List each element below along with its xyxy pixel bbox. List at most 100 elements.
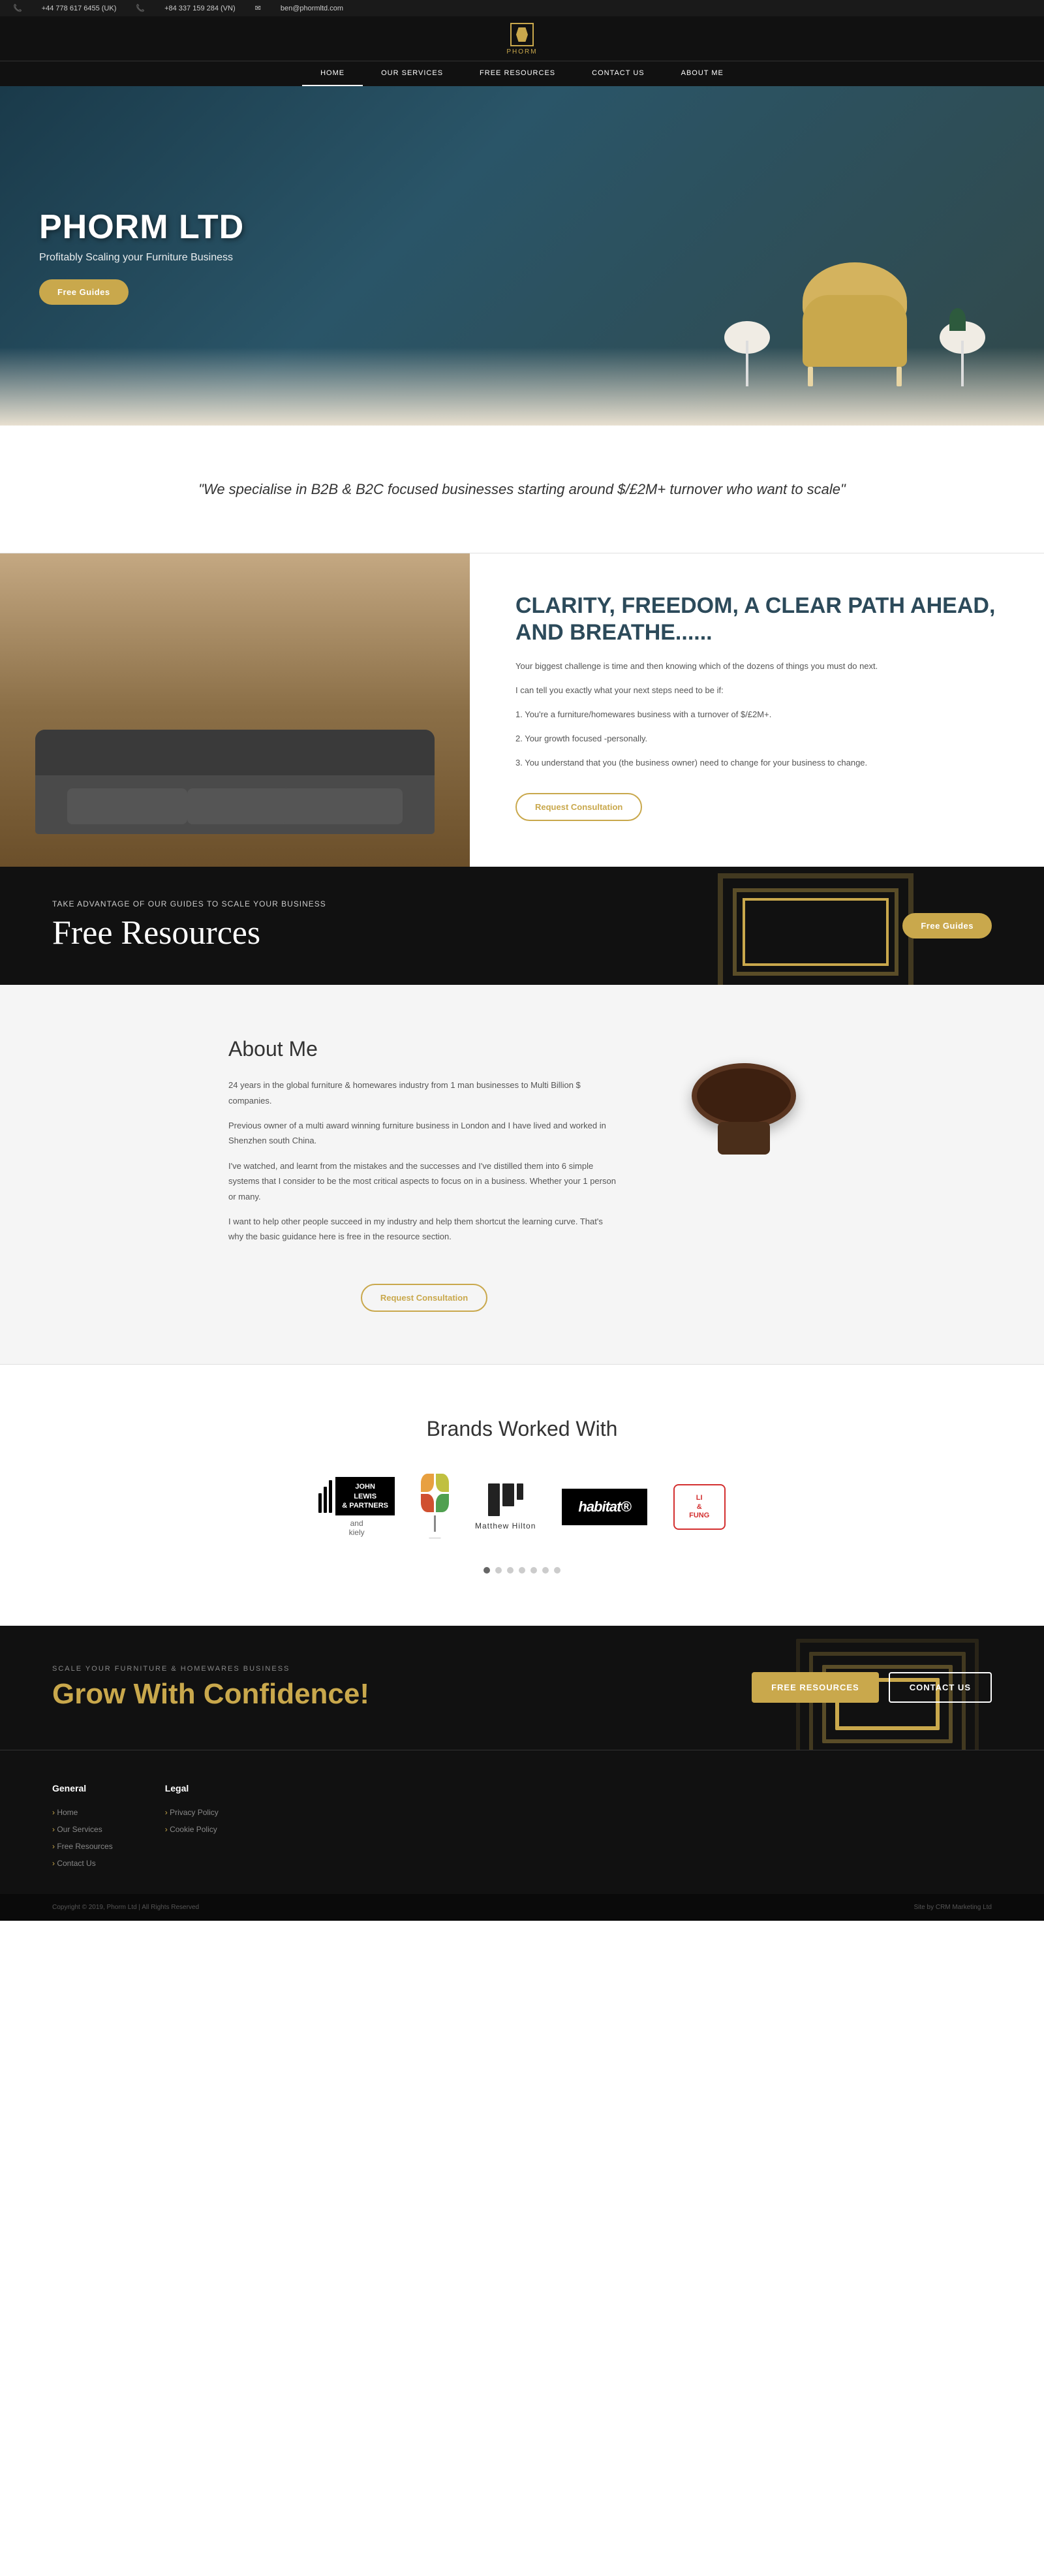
brands-dots: [65, 1567, 979, 1574]
footer-cta-buttons: FREE RESOURCES CONTACT US: [752, 1672, 992, 1703]
footer-link-privacy[interactable]: Privacy Policy: [165, 1807, 219, 1818]
clarity-section: CLARITY, FREEDOM, A CLEAR PATH AHEAD, AN…: [0, 553, 1044, 867]
plant-label: ——: [429, 1534, 441, 1541]
jl-text: JOHNLEWIS& PARTNERS: [335, 1477, 395, 1515]
hero-title: PHORM LTD: [39, 208, 244, 247]
footer-cta: SCALE YOUR FURNITURE & HOMEWARES BUSINES…: [0, 1626, 1044, 1750]
dot-2[interactable]: [495, 1567, 502, 1574]
side-table-left: [718, 308, 776, 386]
clarity-content: CLARITY, FREEDOM, A CLEAR PATH AHEAD, AN…: [470, 553, 1044, 867]
brands-title: Brands Worked With: [65, 1417, 979, 1441]
footer-cta-title-text: Grow With Confidence!: [52, 1678, 369, 1710]
footer-link-services[interactable]: Our Services: [52, 1823, 113, 1835]
matthew-hilton-text: Matthew Hilton: [475, 1521, 536, 1530]
clarity-point1: 1. You're a furniture/homewares business…: [515, 707, 998, 722]
dot-7[interactable]: [554, 1567, 560, 1574]
footer-copyright: Copyright © 2019, Phorm Ltd | All Rights…: [52, 1904, 199, 1911]
about-para1: 24 years in the global furniture & homew…: [228, 1078, 620, 1108]
footer-link-cookie[interactable]: Cookie Policy: [165, 1823, 219, 1835]
email: ben@phormltd.com: [281, 5, 343, 12]
brands-grid: JOHNLEWIS& PARTNERS andkiely —— Matthew …: [65, 1474, 979, 1541]
footer-link-home[interactable]: Home: [52, 1807, 113, 1818]
footer-col-general-title: General: [52, 1783, 113, 1793]
habitat-text: habitat®: [562, 1489, 647, 1525]
nav-links: HOME OUR SERVICES FREE RESOURCES CONTACT…: [0, 61, 1044, 86]
nav-resources[interactable]: FREE RESOURCES: [461, 61, 574, 86]
dot-5[interactable]: [530, 1567, 537, 1574]
footer-links: General Home Our Services Free Resources…: [0, 1750, 1044, 1894]
logo-icon: [510, 23, 534, 46]
logo-shape: [516, 27, 528, 42]
footer-legal-list: Privacy Policy Cookie Policy: [165, 1807, 219, 1835]
plant-stem: [434, 1515, 436, 1532]
footer-cta-title: Grow With Confidence!: [52, 1678, 369, 1711]
dot-1[interactable]: [484, 1567, 490, 1574]
email-icon: ✉: [255, 4, 261, 12]
phone-1: +44 778 617 6455 (UK): [42, 5, 117, 12]
navbar: PHORM HOME OUR SERVICES FREE RESOURCES C…: [0, 16, 1044, 86]
footer-cta-left: SCALE YOUR FURNITURE & HOMEWARES BUSINES…: [52, 1665, 369, 1711]
resources-title: Free Resources: [52, 914, 326, 952]
top-bar: 📞 +44 778 617 6455 (UK) 📞 +84 337 159 28…: [0, 0, 1044, 16]
footer-link-contact[interactable]: Contact Us: [52, 1857, 113, 1869]
lf-text: LI&FUNG: [689, 1494, 709, 1520]
clarity-para1: Your biggest challenge is time and then …: [515, 659, 998, 674]
about-image-col: [672, 1037, 816, 1312]
hero-cta-button[interactable]: Free Guides: [39, 279, 129, 305]
footer-col-general: General Home Our Services Free Resources…: [52, 1783, 113, 1874]
quote-text: "We specialise in B2B & B2C focused busi…: [130, 478, 914, 501]
hero-furniture: [718, 282, 992, 386]
about-section: About Me 24 years in the global furnitur…: [0, 985, 1044, 1364]
about-para3: I've watched, and learnt from the mistak…: [228, 1158, 620, 1204]
phone-icon-2: 📞: [136, 4, 145, 12]
clarity-point3: 3. You understand that you (the business…: [515, 756, 998, 770]
brand-li-fung: LI&FUNG: [673, 1484, 726, 1530]
logo-text: PHORM: [506, 48, 537, 55]
footer-link-resources[interactable]: Free Resources: [52, 1840, 113, 1852]
about-title: About Me: [228, 1037, 620, 1061]
hero-subtitle: Profitably Scaling your Furniture Busine…: [39, 252, 244, 264]
nav-services[interactable]: OUR SERVICES: [363, 61, 461, 86]
footer-cta-tag: SCALE YOUR FURNITURE & HOMEWARES BUSINES…: [52, 1665, 369, 1673]
nav-logo: PHORM: [506, 23, 537, 55]
yellow-chair: [790, 282, 920, 386]
resources-deco: [718, 873, 914, 985]
footer-contact-button[interactable]: CONTACT US: [889, 1672, 992, 1703]
about-inner: About Me 24 years in the global furnitur…: [228, 1037, 816, 1312]
footer-bottom: Copyright © 2019, Phorm Ltd | All Rights…: [0, 1894, 1044, 1921]
nav-home[interactable]: HOME: [302, 61, 363, 86]
phone-2: +84 337 159 284 (VN): [164, 5, 236, 12]
side-table-right: [933, 308, 992, 386]
brand-habitat: habitat®: [562, 1489, 647, 1525]
resources-banner: Take Advantage Of Our Guides to Scale Yo…: [0, 867, 1044, 985]
footer-credit: Site by CRM Marketing Ltd: [914, 1904, 992, 1911]
clarity-cta-button[interactable]: Request Consultation: [515, 793, 642, 821]
dot-4[interactable]: [519, 1567, 525, 1574]
resources-tag: Take Advantage Of Our Guides to Scale Yo…: [52, 899, 326, 908]
about-para4: I want to help other people succeed in m…: [228, 1214, 620, 1245]
brand-matthew-hilton: Matthew Hilton: [475, 1483, 536, 1530]
clarity-point2: 2. Your growth focused -personally.: [515, 732, 998, 746]
footer-general-list: Home Our Services Free Resources Contact…: [52, 1807, 113, 1869]
dot-6[interactable]: [542, 1567, 549, 1574]
nav-contact[interactable]: CONTACT US: [574, 61, 663, 86]
quote-section: "We specialise in B2B & B2C focused busi…: [0, 426, 1044, 553]
footer-col-legal-title: Legal: [165, 1783, 219, 1793]
resources-cta-button[interactable]: Free Guides: [902, 913, 992, 939]
clarity-title: CLARITY, FREEDOM, A CLEAR PATH AHEAD, AN…: [515, 593, 998, 646]
nav-about[interactable]: ABOUT ME: [663, 61, 742, 86]
sofa-shape: [35, 730, 435, 834]
about-cta-button[interactable]: Request Consultation: [361, 1284, 487, 1312]
clarity-para2: I can tell you exactly what your next st…: [515, 683, 998, 698]
footer-resources-button[interactable]: FREE RESOURCES: [752, 1672, 879, 1703]
resources-left: Take Advantage Of Our Guides to Scale Yo…: [52, 899, 326, 952]
hero-section: PHORM LTD Profitably Scaling your Furnit…: [0, 86, 1044, 426]
clarity-image: [0, 553, 470, 867]
brand-kiely-text: andkiely: [349, 1519, 365, 1537]
phone-icon-1: 📞: [13, 4, 22, 12]
about-para2: Previous owner of a multi award winning …: [228, 1118, 620, 1149]
brand-plant: ——: [421, 1474, 449, 1541]
dot-3[interactable]: [507, 1567, 514, 1574]
jl-bars: [318, 1480, 332, 1513]
hero-content: PHORM LTD Profitably Scaling your Furnit…: [0, 208, 283, 305]
